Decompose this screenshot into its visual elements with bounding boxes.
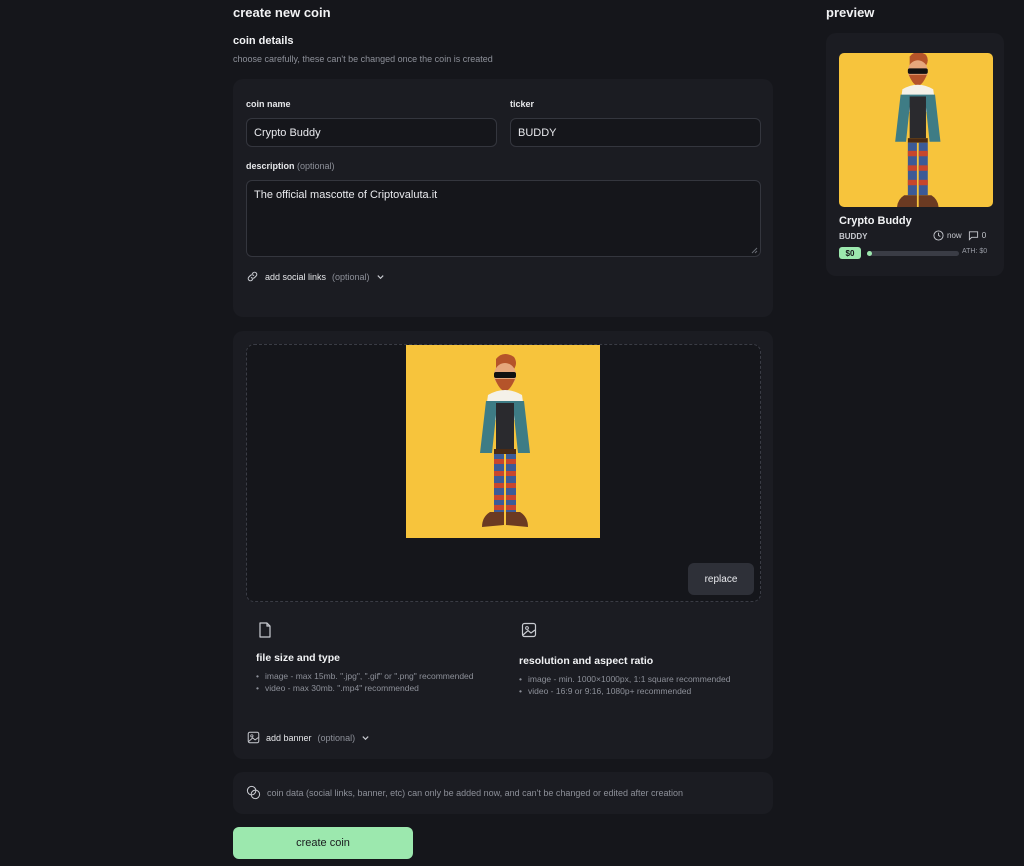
preview-title: preview (826, 5, 875, 20)
add-banner-toggle[interactable]: add banner (optional) (247, 731, 370, 744)
mascot-illustration (480, 353, 530, 527)
file-size-item: image - max 15mb. ".jpg", ".gif" or ".pn… (256, 670, 476, 682)
description-text: The official mascotte of Criptovaluta.it (254, 189, 438, 201)
preview-time: now (947, 231, 962, 240)
file-size-list: image - max 15mb. ".jpg", ".gif" or ".pn… (256, 670, 476, 694)
description-optional: (optional) (297, 161, 335, 171)
resolution-list: image - min. 1000×1000px, 1:1 square rec… (519, 673, 739, 697)
bonding-progress-bar (867, 251, 959, 256)
preview-meta: now 0 (933, 230, 986, 241)
banner-image-icon (247, 731, 260, 744)
chevron-down-icon (362, 736, 369, 741)
ticker-label: ticker (510, 99, 535, 109)
social-links-optional: (optional) (332, 271, 370, 282)
notice-row: coin data (social links, banner, etc) ca… (246, 785, 683, 800)
coin-name-input[interactable]: Crypto Buddy (246, 118, 497, 147)
coin-image (406, 345, 600, 538)
file-icon (259, 622, 271, 638)
file-size-title: file size and type (256, 652, 341, 664)
coin-name-label: coin name (246, 99, 291, 109)
chevron-down-icon (376, 275, 384, 280)
notice-text: coin data (social links, banner, etc) ca… (267, 787, 683, 798)
section-subtitle: choose carefully, these can't be changed… (233, 54, 493, 64)
image-icon (521, 622, 537, 638)
bonding-progress-fill (867, 251, 872, 256)
clock-icon (933, 230, 944, 241)
description-textarea[interactable]: The official mascotte of Criptovaluta.it (246, 180, 761, 257)
coin-details-card: coin name Crypto Buddy ticker BUDDY desc… (233, 79, 773, 317)
preview-mascot-illustration (895, 53, 941, 207)
resolution-item: image - min. 1000×1000px, 1:1 square rec… (519, 673, 739, 685)
social-links-toggle[interactable]: add social links (optional) (246, 270, 385, 283)
notice-card: coin data (social links, banner, etc) ca… (233, 772, 773, 814)
comment-icon (968, 231, 978, 241)
add-banner-optional: (optional) (317, 732, 356, 743)
preview-comments: 0 (981, 231, 987, 240)
preview-ath: ATH: $0 (962, 248, 988, 255)
section-title: coin details (233, 35, 294, 47)
ticker-input[interactable]: BUDDY (510, 118, 761, 147)
upload-dropzone[interactable]: replace (246, 344, 761, 602)
resolution-title: resolution and aspect ratio (519, 655, 654, 667)
replace-button[interactable]: replace (688, 563, 754, 595)
upload-card: replace file size and type image - max 1… (233, 331, 773, 759)
description-label: description (optional) (246, 161, 335, 171)
preview-card: Crypto Buddy BUDDY now 0 $0 ATH: $0 (826, 33, 1004, 276)
coins-info-icon (246, 785, 261, 800)
file-size-item: video - max 30mb. ".mp4" recommended (256, 682, 476, 694)
social-links-label: add social links (265, 271, 327, 282)
resize-handle-icon[interactable] (751, 247, 758, 254)
create-coin-button[interactable]: create coin (233, 827, 413, 859)
description-label-text: description (246, 161, 295, 171)
preview-coin-name: Crypto Buddy (839, 215, 912, 227)
page-title: create new coin (233, 5, 331, 20)
resolution-item: video - 16:9 or 9:16, 1080p+ recommended (519, 685, 739, 697)
preview-image (839, 53, 993, 207)
link-icon (247, 271, 258, 282)
add-banner-label: add banner (266, 732, 312, 743)
preview-ticker: BUDDY (839, 232, 868, 241)
market-cap-badge: $0 (839, 247, 861, 259)
